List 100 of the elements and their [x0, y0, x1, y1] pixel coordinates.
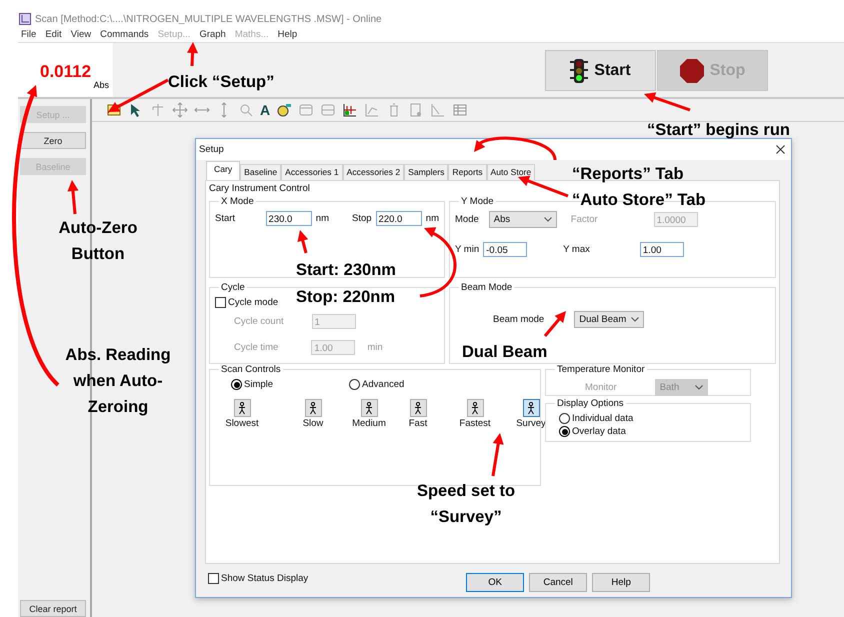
unit-label: nm: [426, 213, 439, 224]
field-label: Factor: [570, 214, 598, 225]
app-icon: [19, 13, 31, 25]
unit-label: nm: [316, 213, 329, 224]
group-title: Y Mode: [460, 196, 495, 207]
menu-item[interactable]: Graph: [199, 29, 226, 42]
tab[interactable]: Accessories 1: [281, 164, 343, 180]
absorbance-reading: 0.0112: [39, 61, 92, 82]
arrow: [644, 92, 690, 112]
field-label: Monitor: [585, 382, 617, 393]
section-heading: Cary Instrument Control: [209, 183, 311, 194]
tab[interactable]: Auto Store: [486, 164, 536, 180]
group-title: Cycle: [220, 282, 246, 293]
arrow: [68, 180, 78, 214]
arrow: [297, 230, 308, 254]
dropdown[interactable]: Dual Beam: [574, 311, 644, 328]
tab[interactable]: Reports: [448, 164, 487, 180]
axis-chart-icon[interactable]: [364, 102, 380, 118]
input-field[interactable]: 1.00: [640, 242, 684, 257]
group-title: Display Options: [556, 398, 625, 409]
dialog-title: Setup: [199, 144, 224, 155]
field-label: Y min: [455, 244, 480, 255]
close-icon[interactable]: [776, 145, 785, 154]
arrow: [544, 311, 566, 337]
radio-button[interactable]: Overlay data: [559, 426, 626, 437]
menu-item[interactable]: Commands: [100, 29, 149, 42]
dialog-button[interactable]: Help: [592, 573, 650, 592]
speed-option[interactable]: Medium: [350, 399, 388, 429]
menu-item[interactable]: Edit: [45, 29, 62, 42]
field-label: Start: [215, 213, 236, 224]
stick-figure-icon: [360, 399, 378, 417]
move-icon[interactable]: [172, 102, 188, 118]
caret-icon: [544, 217, 552, 222]
split-window-icon[interactable]: [320, 102, 336, 118]
radio-button[interactable]: Individual data: [559, 413, 634, 424]
annotation: Speed set to “Survey”: [416, 481, 516, 528]
arrow: [108, 78, 169, 112]
menu-item[interactable]: File: [21, 29, 36, 42]
checkbox[interactable]: Show Status Display: [208, 573, 308, 584]
caret-icon: [631, 317, 640, 322]
annotation: Start: 230nm: [296, 260, 397, 281]
speed-option[interactable]: Fast: [399, 399, 437, 429]
speed-option[interactable]: Slowest: [223, 399, 261, 429]
graph-icon[interactable]: [430, 102, 446, 118]
caret-icon: [694, 385, 703, 390]
menu-item[interactable]: Help: [278, 29, 298, 42]
radio-button[interactable]: Simple: [231, 379, 274, 390]
stick-figure-icon: [234, 399, 250, 417]
field-label: Stop: [352, 213, 372, 224]
field-label: Cycle count: [234, 316, 284, 327]
group-title: X Mode: [220, 196, 255, 207]
curved-arrow: [420, 227, 456, 298]
annotation: Stop: 220nm: [296, 287, 396, 308]
tab[interactable]: Cary: [206, 161, 240, 180]
unit-label: min: [367, 342, 383, 353]
input-field[interactable]: -0.05: [483, 242, 528, 257]
stop-sign-icon: [680, 58, 704, 82]
arrow: [492, 433, 504, 476]
group-title: Beam Mode: [460, 282, 514, 293]
tab[interactable]: Baseline: [240, 164, 282, 180]
field-label: Cycle time: [234, 342, 278, 353]
unit-label: Abs: [93, 80, 109, 90]
checkbox[interactable]: Cycle mode: [215, 297, 278, 308]
tab[interactable]: Accessories 2: [342, 164, 404, 180]
annotation: Click “Setup”: [168, 72, 276, 93]
annotation: Auto-Zero Button: [58, 218, 138, 265]
font-button[interactable]: A: [260, 102, 270, 118]
dialog-button[interactable]: OK: [466, 573, 524, 592]
annotation: “Auto Store” Tab: [572, 190, 707, 211]
speed-option[interactable]: Survey: [512, 399, 550, 429]
stick-figure-icon: [410, 399, 426, 417]
input-field[interactable]: 220.0: [376, 211, 422, 226]
stick-figure-icon: [304, 399, 322, 417]
side-button[interactable]: Zero: [20, 132, 86, 149]
field-label: Y max: [563, 244, 590, 255]
grid-chart-icon[interactable]: [342, 102, 358, 118]
table-icon[interactable]: [452, 102, 468, 118]
tab[interactable]: Samplers: [404, 164, 448, 180]
stick-figure-icon: [466, 399, 484, 417]
arrow: [518, 176, 569, 198]
zoom-icon[interactable]: [238, 102, 254, 118]
speed-option[interactable]: Slow: [294, 399, 332, 429]
dropdown[interactable]: Abs: [488, 211, 557, 228]
speed-option[interactable]: Fastest: [456, 399, 494, 429]
menu-item[interactable]: View: [70, 29, 92, 42]
annotation: Dual Beam: [462, 342, 548, 363]
field-label: Mode: [455, 214, 479, 225]
arrow: [187, 42, 198, 66]
input-field[interactable]: 230.0: [266, 211, 312, 226]
annotation: “Start” begins run: [647, 120, 792, 141]
window-title: Scan [Method:C:\....\NITROGEN_MULTIPLE WAVELENGTHS .MSW] - Online: [35, 14, 382, 25]
dialog-button[interactable]: Cancel: [529, 573, 588, 592]
stick-figure-icon: [522, 399, 540, 417]
group-title: Temperature Monitor: [556, 364, 646, 375]
radio-button[interactable]: Advanced: [349, 379, 404, 390]
window-icon[interactable]: [298, 102, 314, 118]
traffic-light-icon: [570, 58, 588, 82]
annotation: “Reports” Tab: [572, 164, 685, 185]
start-button[interactable]: Start: [545, 50, 656, 91]
clear-report-button[interactable]: Clear report: [20, 600, 86, 617]
